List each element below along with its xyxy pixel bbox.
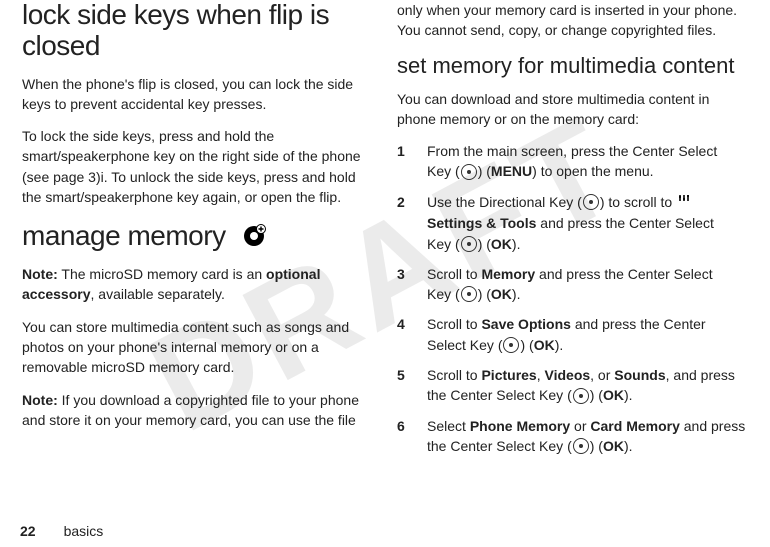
note-copyright: Note: If you download a copyrighted file… [22, 390, 373, 431]
settings-tools-label: Settings & Tools [427, 215, 536, 231]
step4-c: ) ( [520, 337, 533, 353]
sounds-label: Sounds [614, 367, 665, 383]
pictures-label: Pictures [481, 367, 536, 383]
heading-manage-memory-text: manage memory [22, 220, 226, 251]
heading-lock-keys: lock side keys when flip is closed [22, 0, 373, 62]
step2-d: ) ( [478, 236, 491, 252]
note2-text: If you download a copyrighted file to yo… [22, 392, 359, 428]
step1-c: ) to open the menu. [532, 163, 653, 179]
step1-b: ) ( [478, 163, 491, 179]
step-5: Scroll to Pictures, Videos, or Sounds, a… [397, 365, 748, 406]
phone-memory-label: Phone Memory [470, 418, 570, 434]
section-name: basics [64, 523, 104, 539]
note-label: Note: [22, 266, 58, 282]
step6-d: ). [624, 438, 633, 454]
step3-c: ) ( [478, 286, 491, 302]
videos-label: Videos [545, 367, 591, 383]
ok-label: OK [603, 387, 624, 403]
heading-manage-memory: manage memory [22, 219, 373, 252]
para-lock-intro: When the phone's flip is closed, you can… [22, 74, 373, 115]
center-key-icon [461, 236, 477, 252]
step-1: From the main screen, press the Center S… [397, 141, 748, 182]
page-content: lock side keys when flip is closed When … [0, 0, 770, 510]
step2-b: ) to scroll to [600, 194, 676, 210]
right-column: only when your memory card is inserted i… [385, 0, 760, 510]
memory-icon [241, 224, 267, 255]
step-2: Use the Directional Key () to scroll to … [397, 192, 748, 254]
page-footer: 22 basics [20, 523, 103, 539]
step6-a: Select [427, 418, 470, 434]
ok-label: OK [491, 236, 512, 252]
note-optional-accessory: Note: The microSD memory card is an opti… [22, 264, 373, 305]
note-label-2: Note: [22, 392, 58, 408]
step6-or: or [570, 418, 590, 434]
center-key-icon [503, 337, 519, 353]
step4-a: Scroll to [427, 316, 481, 332]
step-4: Scroll to Save Options and press the Cen… [397, 314, 748, 355]
step5-s1: , [537, 367, 545, 383]
step4-d: ). [555, 337, 564, 353]
step-3: Scroll to Memory and press the Center Se… [397, 264, 748, 305]
subheading-set-memory: set memory for multimedia content [397, 53, 748, 79]
ok-label: OK [491, 286, 512, 302]
step2-a: Use the Directional Key ( [427, 194, 582, 210]
step5-c: ) ( [590, 387, 603, 403]
para-store-content: You can store multimedia content such as… [22, 317, 373, 378]
step5-d: ). [624, 387, 633, 403]
menu-label: MENU [491, 163, 532, 179]
ok-label: OK [603, 438, 624, 454]
step2-e: ). [512, 236, 521, 252]
page-number: 22 [20, 523, 36, 539]
center-key-icon [461, 286, 477, 302]
note1-b: , available separately. [91, 286, 225, 302]
step3-d: ). [512, 286, 521, 302]
note1-a: The microSD memory card is an [58, 266, 266, 282]
card-memory-label: Card Memory [590, 418, 679, 434]
step6-c: ) ( [590, 438, 603, 454]
ok-label: OK [534, 337, 555, 353]
step-6: Select Phone Memory or Card Memory and p… [397, 416, 748, 457]
step5-s2: , or [590, 367, 614, 383]
para-lock-how: To lock the side keys, press and hold th… [22, 126, 373, 207]
para-copyright-cont: only when your memory card is inserted i… [397, 0, 748, 41]
para-set-memory-intro: You can download and store multimedia co… [397, 89, 748, 130]
directional-key-icon [583, 194, 599, 210]
step3-a: Scroll to [427, 266, 481, 282]
step5-a: Scroll to [427, 367, 481, 383]
memory-label: Memory [481, 266, 535, 282]
center-key-icon [573, 438, 589, 454]
steps-list: From the main screen, press the Center S… [397, 141, 748, 456]
center-key-icon [461, 164, 477, 180]
settings-tools-icon [677, 192, 691, 212]
center-key-icon [573, 388, 589, 404]
save-options-label: Save Options [481, 316, 570, 332]
left-column: lock side keys when flip is closed When … [10, 0, 385, 510]
